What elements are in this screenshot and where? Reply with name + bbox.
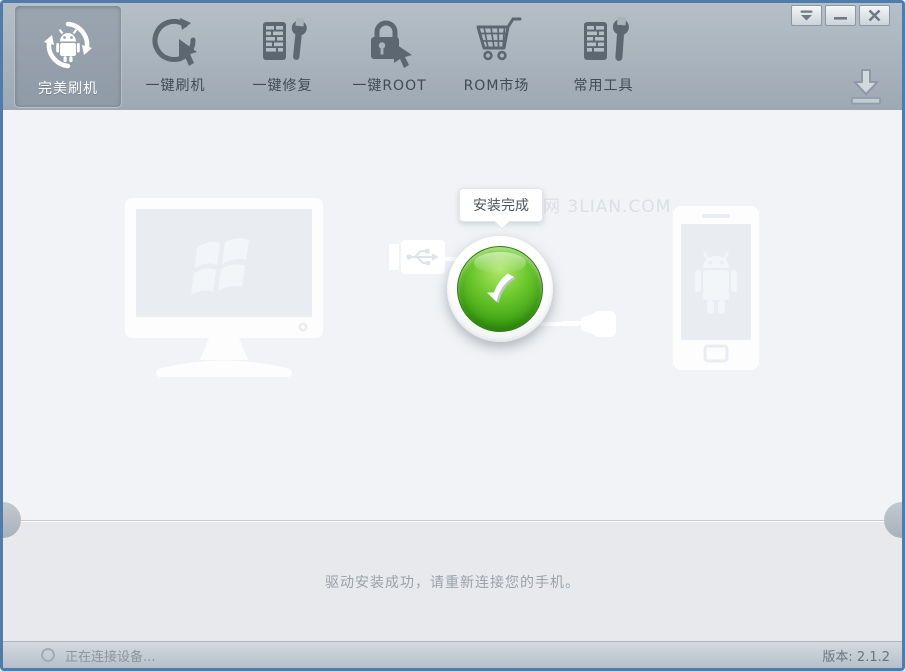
tab-common-tools[interactable]: 常用工具 bbox=[550, 3, 657, 110]
tab-label: 一键刷机 bbox=[145, 78, 206, 94]
tab-label: 一键修复 bbox=[252, 78, 313, 94]
tab-rom-market[interactable]: ROM市场 bbox=[443, 3, 550, 110]
tooltip-install-complete: 安装完成 bbox=[459, 188, 543, 222]
menu-button[interactable] bbox=[791, 5, 822, 26]
window-controls bbox=[791, 5, 890, 26]
tab-one-key-flash[interactable]: 一键刷机 bbox=[122, 3, 229, 110]
tab-label: 一键ROOT bbox=[352, 78, 427, 94]
phone-android-icon bbox=[673, 206, 759, 370]
close-icon bbox=[868, 9, 881, 22]
phone-wrench-icon bbox=[256, 3, 310, 69]
app-window: 完美刷机 一键刷机 一键修复 一键ROOT ROM市场 常用工具 三联网 3LI… bbox=[0, 0, 905, 671]
tab-label: ROM市场 bbox=[463, 78, 530, 94]
nav-tabs: 完美刷机 一键刷机 一键修复 一键ROOT ROM市场 常用工具 bbox=[14, 3, 657, 110]
monitor-windows-icon bbox=[125, 198, 323, 377]
tab-one-key-repair[interactable]: 一键修复 bbox=[229, 3, 336, 110]
chevron-menu-icon bbox=[800, 10, 813, 21]
android-refresh-icon bbox=[41, 6, 95, 72]
checkmark-icon bbox=[487, 273, 517, 304]
driver-status-message: 驱动安装成功，请重新连接您的手机。 bbox=[325, 575, 580, 591]
phone-illustration bbox=[671, 204, 761, 372]
minimize-icon bbox=[834, 17, 847, 20]
minimize-button[interactable] bbox=[825, 5, 856, 26]
version-label: 版本: 2.1.2 bbox=[822, 649, 890, 665]
shopping-cart-icon bbox=[470, 3, 524, 69]
refresh-cursor-icon bbox=[149, 3, 203, 69]
tab-label: 完美刷机 bbox=[38, 81, 98, 97]
tab-perfect-flash[interactable]: 完美刷机 bbox=[14, 5, 122, 108]
connecting-spinner-icon bbox=[41, 648, 55, 662]
close-button[interactable] bbox=[859, 5, 890, 26]
tab-one-key-root[interactable]: 一键ROOT bbox=[336, 3, 443, 110]
tab-label: 常用工具 bbox=[573, 78, 634, 94]
computer-illustration bbox=[121, 196, 331, 386]
lock-cursor-icon bbox=[363, 3, 417, 69]
connecting-status-text: 正在连接设备... bbox=[65, 649, 156, 665]
main-area: 三联网 3LIAN.COM 安装完成 驱动安装成功，请重新连接您的手机。 bbox=[3, 110, 902, 641]
toolbar: 完美刷机 一键刷机 一键修复 一键ROOT ROM市场 常用工具 bbox=[3, 3, 902, 110]
micro-usb-plug-icon bbox=[563, 306, 619, 342]
success-button[interactable] bbox=[447, 236, 553, 342]
phone-tools-icon bbox=[577, 3, 631, 69]
checkmark-circle bbox=[457, 246, 543, 332]
status-bar: 正在连接设备... 版本: 2.1.2 bbox=[3, 641, 902, 668]
download-button[interactable] bbox=[844, 67, 888, 107]
tooltip-text: 安装完成 bbox=[473, 198, 529, 214]
download-icon bbox=[851, 69, 881, 105]
